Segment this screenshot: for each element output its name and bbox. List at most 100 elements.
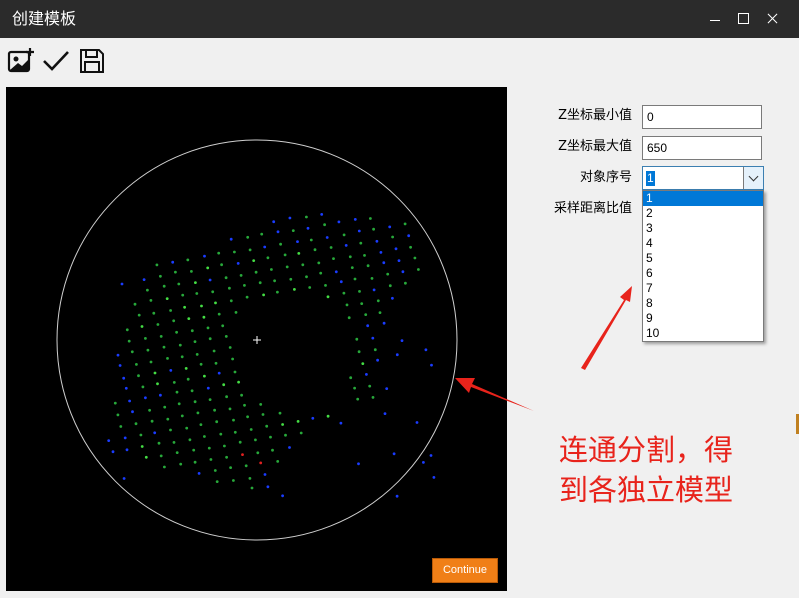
check-icon[interactable] xyxy=(41,46,71,76)
point xyxy=(308,286,312,289)
window-title: 创建模板 xyxy=(12,9,77,28)
point xyxy=(150,419,154,423)
point xyxy=(208,337,212,341)
point xyxy=(159,274,162,278)
point xyxy=(206,266,210,270)
point xyxy=(237,380,241,384)
point xyxy=(197,472,201,475)
point xyxy=(313,248,317,252)
point xyxy=(144,455,148,459)
point xyxy=(262,293,265,297)
point xyxy=(243,284,246,287)
point xyxy=(186,258,190,262)
point xyxy=(122,376,126,380)
point xyxy=(349,376,353,380)
point xyxy=(252,259,256,262)
add-image-icon[interactable] xyxy=(6,46,36,76)
dropdown-option[interactable]: 6 xyxy=(643,266,763,281)
point xyxy=(153,371,157,375)
dropdown-option[interactable]: 7 xyxy=(643,281,763,296)
point xyxy=(238,440,242,444)
point xyxy=(184,367,188,370)
dropdown-option[interactable]: 2 xyxy=(643,206,763,221)
point xyxy=(208,278,212,282)
dropdown-option[interactable]: 10 xyxy=(643,326,763,341)
point xyxy=(213,469,217,472)
point xyxy=(270,268,273,271)
point xyxy=(169,309,173,312)
point xyxy=(211,290,215,294)
point xyxy=(388,225,392,229)
point xyxy=(391,296,394,300)
point xyxy=(135,363,138,366)
point xyxy=(266,256,270,260)
dropdown-option[interactable]: 1 xyxy=(643,191,763,206)
point xyxy=(248,248,252,252)
point xyxy=(379,251,383,254)
dropdown-option[interactable]: 8 xyxy=(643,296,763,311)
point xyxy=(355,337,359,341)
point xyxy=(186,377,190,381)
point xyxy=(243,403,246,407)
point xyxy=(301,263,305,267)
point xyxy=(269,435,272,439)
dropdown-option[interactable]: 3 xyxy=(643,221,763,236)
z-max-label: Z坐标最大值 xyxy=(558,139,632,154)
point xyxy=(240,393,244,397)
point xyxy=(288,446,291,449)
point xyxy=(113,401,117,405)
point xyxy=(123,436,127,440)
point xyxy=(254,270,258,274)
close-button[interactable] xyxy=(762,9,784,29)
point xyxy=(400,339,404,342)
point xyxy=(127,339,131,343)
minimize-button[interactable] xyxy=(704,9,726,29)
point xyxy=(317,261,321,265)
point xyxy=(180,414,184,418)
point xyxy=(157,441,161,445)
z-min-field[interactable]: 0 xyxy=(642,105,762,129)
point xyxy=(140,445,144,448)
point xyxy=(183,305,187,309)
continue-button[interactable]: Continue xyxy=(432,558,498,583)
point xyxy=(339,421,343,425)
point xyxy=(125,328,129,332)
point xyxy=(134,422,138,426)
point xyxy=(203,374,206,378)
point xyxy=(305,275,308,279)
dropdown-option[interactable]: 5 xyxy=(643,251,763,266)
chevron-down-icon[interactable] xyxy=(743,167,763,189)
point xyxy=(357,462,360,466)
point xyxy=(212,349,216,353)
point xyxy=(283,253,287,257)
point xyxy=(272,220,276,224)
point xyxy=(276,230,280,234)
point xyxy=(208,398,212,401)
point xyxy=(142,278,146,281)
point xyxy=(179,462,183,466)
dropdown-option[interactable]: 4 xyxy=(643,236,763,251)
point xyxy=(190,270,193,273)
point xyxy=(422,461,425,464)
point-cloud-viewport[interactable]: Continue xyxy=(6,87,507,591)
maximize-button[interactable] xyxy=(733,9,755,29)
point xyxy=(371,396,375,399)
object-index-select[interactable]: 1 xyxy=(642,166,764,190)
point xyxy=(365,373,368,376)
z-max-field[interactable]: 650 xyxy=(642,136,762,160)
point xyxy=(388,284,392,288)
point xyxy=(209,458,213,461)
point xyxy=(279,242,282,246)
dropdown-option[interactable]: 9 xyxy=(643,311,763,326)
point xyxy=(144,337,147,340)
point xyxy=(206,386,210,390)
point xyxy=(215,420,219,424)
point xyxy=(376,358,379,362)
point xyxy=(169,428,172,432)
save-icon[interactable] xyxy=(77,46,107,76)
point xyxy=(263,473,267,476)
point xyxy=(429,454,433,457)
toolbar xyxy=(0,38,799,84)
point xyxy=(375,239,379,243)
point xyxy=(368,384,372,388)
